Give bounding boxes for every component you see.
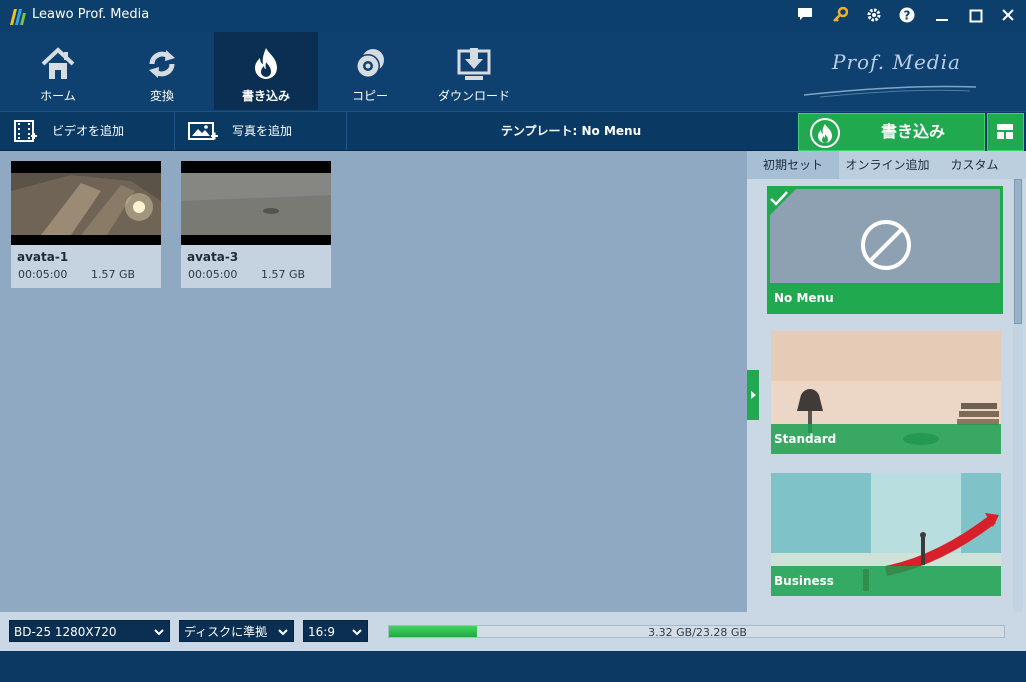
add-video-label: ビデオを追加 xyxy=(52,124,125,138)
video-duration: 00:05:00 xyxy=(188,268,238,281)
tab-preset[interactable]: 初期セット xyxy=(747,151,839,179)
close-button[interactable] xyxy=(994,4,1022,28)
add-photo-label: 写真を追加 xyxy=(232,124,293,138)
burn-flame-icon xyxy=(810,118,840,148)
key-icon[interactable] xyxy=(830,6,850,25)
app-window: Leawo Prof. Media ? ホーム 変換 書き込み コピー ダウンロ… xyxy=(0,0,1026,682)
video-workspace: avata-1 00:05:00 1.57 GB avata-3 00:05:0… xyxy=(0,151,747,612)
template-label: Business xyxy=(771,566,1001,596)
scrollbar-thumb[interactable] xyxy=(1014,179,1022,324)
download-icon xyxy=(457,48,491,80)
video-thumbnail xyxy=(11,161,161,245)
tab-copy[interactable]: コピー xyxy=(318,32,422,110)
capacity-text: 3.32 GB/23.28 GB xyxy=(648,626,747,639)
video-name: avata-1 xyxy=(17,250,69,264)
add-video-button[interactable]: ビデオを追加 xyxy=(14,112,174,150)
action-toolbar: ビデオを追加 写真を追加 テンプレート: No Menu 書き込み xyxy=(0,111,1026,151)
app-title: Leawo Prof. Media xyxy=(32,7,150,22)
tab-download-label: ダウンロード xyxy=(437,89,510,103)
disc-capacity-bar: 3.32 GB/23.28 GB xyxy=(388,625,1005,639)
template-scrollbar[interactable] xyxy=(1013,179,1023,612)
layout-grid-icon xyxy=(997,124,1013,139)
layout-toggle-button[interactable] xyxy=(987,113,1024,151)
video-name: avata-3 xyxy=(187,250,239,264)
chat-icon[interactable] xyxy=(795,7,815,25)
quality-value: ディスクに準拠 xyxy=(184,625,268,639)
aspect-value: 16:9 xyxy=(308,625,335,639)
home-icon xyxy=(41,47,75,79)
video-thumbnail xyxy=(181,161,331,245)
main-nav: ホーム 変換 書き込み コピー ダウンロード Prof. Media xyxy=(0,32,1026,111)
copy-icon xyxy=(356,49,384,78)
template-label: No Menu xyxy=(774,291,834,305)
template-tabs: 初期セット オンライン追加 カスタム xyxy=(747,151,1026,179)
convert-icon xyxy=(149,50,175,78)
chevron-down-icon xyxy=(154,629,164,636)
burn-button[interactable]: 書き込み xyxy=(798,113,985,151)
template-label: Standard xyxy=(771,424,1001,454)
disc-type-select[interactable]: BD-25 1280X720 xyxy=(9,620,170,642)
tab-burn[interactable]: 書き込み xyxy=(214,32,318,110)
video-item[interactable]: avata-1 00:05:00 1.57 GB xyxy=(11,161,161,288)
burn-button-label: 書き込み xyxy=(881,122,946,141)
video-duration: 00:05:00 xyxy=(18,268,68,281)
svg-text:?: ? xyxy=(904,9,911,23)
aspect-select[interactable]: 16:9 xyxy=(303,620,368,642)
tab-home-label: ホーム xyxy=(40,89,76,103)
quality-select[interactable]: ディスクに準拠 xyxy=(179,620,294,642)
template-business[interactable]: Business xyxy=(771,473,1001,596)
chevron-down-icon xyxy=(278,629,288,636)
bottom-bar: BD-25 1280X720 ディスクに準拠 16:9 3.32 GB/23.2… xyxy=(0,612,1026,651)
template-panel: 初期セット オンライン追加 カスタム No Menu Standard Busi… xyxy=(747,151,1026,612)
video-size: 1.57 GB xyxy=(261,268,306,281)
chevron-right-icon xyxy=(751,391,756,399)
tab-convert-label: 変換 xyxy=(149,89,174,103)
tab-download[interactable]: ダウンロード xyxy=(422,32,526,110)
disc-type-value: BD-25 1280X720 xyxy=(14,625,117,639)
film-icon xyxy=(14,120,37,142)
tab-convert[interactable]: 変換 xyxy=(110,32,214,110)
app-logo-icon xyxy=(10,9,26,25)
status-bar xyxy=(0,651,1026,682)
minimize-button[interactable] xyxy=(928,4,956,28)
video-size: 1.57 GB xyxy=(91,268,136,281)
tab-copy-label: コピー xyxy=(351,89,388,103)
tab-custom[interactable]: カスタム xyxy=(936,151,1013,179)
toolbar-divider xyxy=(174,112,175,150)
maximize-button[interactable] xyxy=(962,4,990,28)
template-standard[interactable]: Standard xyxy=(771,331,1001,454)
add-photo-button[interactable]: 写真を追加 xyxy=(188,112,346,150)
video-item[interactable]: avata-3 00:05:00 1.57 GB xyxy=(181,161,331,288)
chevron-down-icon xyxy=(352,629,362,636)
template-no-menu[interactable]: No Menu xyxy=(767,186,1003,314)
tab-online[interactable]: オンライン追加 xyxy=(839,151,936,179)
gear-icon[interactable] xyxy=(864,7,884,25)
panel-collapse-button[interactable] xyxy=(747,370,759,420)
template-label: テンプレート: No Menu xyxy=(500,124,642,138)
title-bar: Leawo Prof. Media ? xyxy=(0,0,1026,32)
photo-icon xyxy=(188,122,218,140)
help-icon[interactable]: ? xyxy=(897,7,917,25)
tab-burn-label: 書き込み xyxy=(241,89,290,103)
brand-logo: Prof. Media xyxy=(832,50,961,74)
tab-home[interactable]: ホーム xyxy=(6,32,110,110)
burn-icon xyxy=(255,48,277,79)
